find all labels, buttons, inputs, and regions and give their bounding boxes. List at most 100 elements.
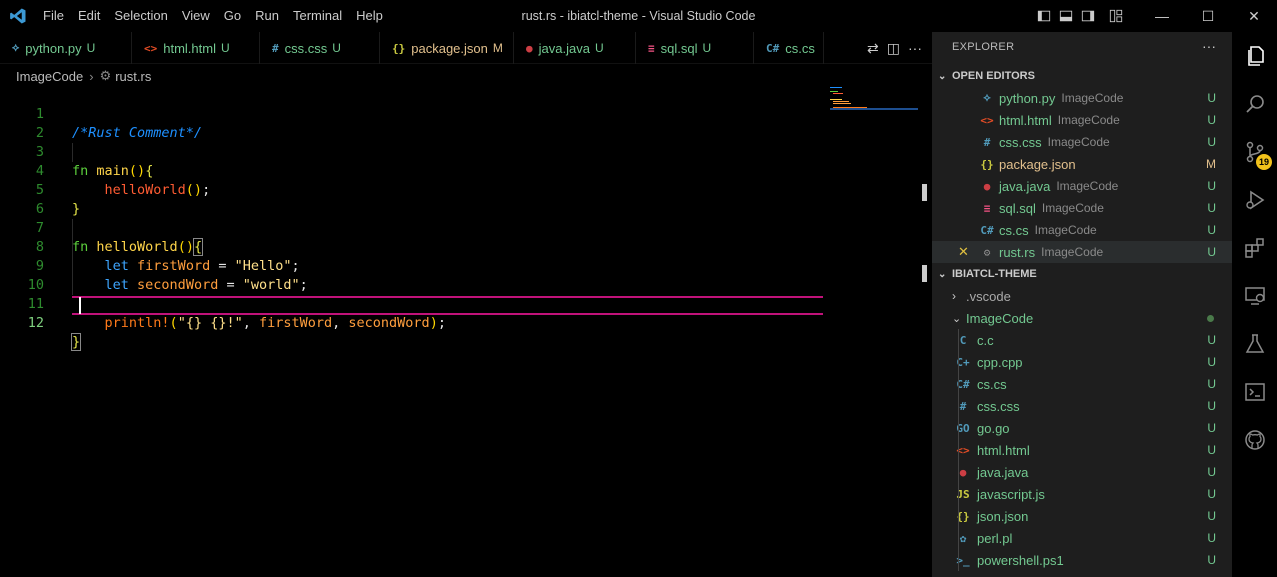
open-editor-item[interactable]: ⟡ python.py ImageCode U [932, 87, 1232, 109]
file-tree-item[interactable]: <> html.html U [932, 439, 1232, 461]
tab-html-html[interactable]: <> html.html U [132, 32, 260, 64]
search-icon[interactable] [1232, 80, 1277, 128]
open-editor-item[interactable]: ✕ ⚙ rust.rs ImageCode U [932, 241, 1232, 263]
tab-label: python.py [25, 40, 82, 56]
toggle-panel-icon[interactable] [1055, 0, 1077, 32]
menu-item-run[interactable]: Run [248, 0, 286, 32]
tab-package-json[interactable]: {} package.json M [380, 32, 514, 64]
minimize-button[interactable]: — [1139, 0, 1185, 32]
file-name: css.css [999, 134, 1042, 150]
file-tree-item[interactable]: C# cs.cs U [932, 373, 1232, 395]
menu-item-view[interactable]: View [175, 0, 217, 32]
scrollbar-thumb[interactable] [922, 184, 927, 201]
toggle-sidebar-icon[interactable] [1033, 0, 1055, 32]
code-line: 3 fn main(){ [0, 124, 932, 179]
open-editor-item[interactable]: C# cs.cs ImageCode U [932, 219, 1232, 241]
tree-indent-guide [958, 351, 959, 373]
run-debug-icon[interactable] [1232, 176, 1277, 224]
menu-item-edit[interactable]: Edit [71, 0, 107, 32]
customize-layout-icon[interactable] [1105, 0, 1127, 32]
file-tree-item[interactable]: JS javascript.js U [932, 483, 1232, 505]
file-tree-item[interactable]: ✿ perl.pl U [932, 527, 1232, 549]
tree-indent-guide [958, 329, 959, 351]
current-line-highlight [72, 313, 823, 315]
code-line: 11 println!("{} {}!", firstWord, secondW… [0, 276, 932, 331]
github-icon[interactable] [1232, 416, 1277, 464]
window-controls: — ☐ ✕ [1033, 0, 1277, 32]
breadcrumb-file[interactable]: rust.rs [115, 69, 151, 84]
file-type-icon: JS [956, 487, 970, 501]
file-folder-desc: ImageCode [1034, 223, 1097, 237]
tab-sql-sql[interactable]: ≡ sql.sql U [636, 32, 754, 64]
bracket-match: } [70, 333, 82, 351]
minimap[interactable] [830, 86, 920, 116]
folder-vscode[interactable]: › .vscode [932, 285, 1232, 307]
more-actions-icon[interactable]: ··· [908, 40, 922, 56]
maximize-button[interactable]: ☐ [1185, 0, 1231, 32]
file-tree-item[interactable]: ● java.java U [932, 461, 1232, 483]
split-editor-icon[interactable]: ◫ [887, 40, 900, 57]
open-editor-item[interactable]: ● java.java ImageCode U [932, 175, 1232, 197]
file-folder-desc: ImageCode [1056, 179, 1119, 193]
toggle-secondary-sidebar-icon[interactable] [1077, 0, 1099, 32]
git-status-badge: U [1207, 509, 1216, 523]
file-tree-item[interactable]: Cc.c U [932, 329, 1232, 351]
file-name: cs.cs [999, 222, 1029, 238]
tab-java-java[interactable]: ● java.java U [514, 32, 636, 64]
scrollbar-marker [922, 265, 927, 282]
rust-file-icon: ⚙ [99, 68, 112, 83]
open-editor-item[interactable]: <> html.html ImageCode U [932, 109, 1232, 131]
tab-python-py[interactable]: ⟡ python.py U [0, 32, 132, 64]
menu-item-help[interactable]: Help [349, 0, 390, 32]
more-actions-icon[interactable]: ··· [1202, 38, 1216, 54]
tab-label: html.html [163, 40, 216, 56]
code-line: 10 [0, 257, 932, 293]
close-window-button[interactable]: ✕ [1231, 0, 1277, 32]
compare-changes-icon[interactable]: ⇄ [867, 40, 879, 57]
file-type-icon: C# [980, 223, 994, 237]
menu-item-terminal[interactable]: Terminal [286, 0, 349, 32]
punctuation: ( [169, 315, 178, 331]
tree-indent-guide [958, 417, 959, 439]
terminal-icon[interactable] [1232, 368, 1277, 416]
breadcrumb: ImageCode › ⚙ rust.rs [0, 66, 932, 86]
editor-tab-bar: ⟡ python.py U <> html.html U # css.css U {} packag… [0, 32, 932, 64]
section-title: OPEN EDITORS [952, 70, 1035, 82]
file-tree-item[interactable]: {} json.json U [932, 505, 1232, 527]
file-type-icon: <> [956, 443, 970, 457]
file-tree-item[interactable]: C+ cpp.cpp U [932, 351, 1232, 373]
folder-imagecode[interactable]: ⌄ ImageCode [932, 307, 1232, 329]
remote-explorer-icon[interactable] [1232, 272, 1277, 320]
file-type-icon: C# [956, 377, 970, 391]
code-editor[interactable]: 1 /*Rust Comment*/ 2 3 fn main(){ 4 hell… [0, 86, 932, 577]
git-status-badge: U [1207, 377, 1216, 391]
minimap-line [833, 93, 843, 94]
open-editor-item[interactable]: {} package.json M [932, 153, 1232, 175]
tab-cs-cs[interactable]: C# cs.cs [754, 32, 824, 64]
file-type-icon: # [272, 41, 279, 55]
git-status-badge: U [1207, 443, 1216, 457]
open-editors-header[interactable]: ⌄ OPEN EDITORS [932, 65, 1232, 87]
source-control-icon[interactable]: 19 [1232, 128, 1277, 176]
file-tree-item[interactable]: # css.css U [932, 395, 1232, 417]
file-type-icon: ⟡ [12, 41, 20, 54]
tab-css-css[interactable]: # css.css U [260, 32, 380, 64]
testing-icon[interactable] [1232, 320, 1277, 368]
close-icon[interactable]: ✕ [958, 244, 969, 260]
chevron-down-icon: ⌄ [938, 268, 947, 280]
git-status-badge: U [1207, 531, 1216, 545]
breadcrumb-folder[interactable]: ImageCode [16, 69, 83, 84]
explorer-icon[interactable] [1232, 32, 1277, 80]
file-folder-desc: ImageCode [1047, 135, 1110, 149]
tree-indent-guide [958, 505, 959, 527]
open-editor-item[interactable]: # css.css ImageCode U [932, 131, 1232, 153]
open-editor-item[interactable]: ≡ sql.sql ImageCode U [932, 197, 1232, 219]
file-tree-item[interactable]: GO go.go U [932, 417, 1232, 439]
file-tree-item[interactable]: >_ powershell.ps1 U [932, 549, 1232, 571]
menu-item-file[interactable]: File [36, 0, 71, 32]
tree-indent-guide [958, 527, 959, 549]
menu-item-selection[interactable]: Selection [107, 0, 174, 32]
extensions-icon[interactable] [1232, 224, 1277, 272]
menu-item-go[interactable]: Go [217, 0, 248, 32]
project-header[interactable]: ⌄ IBIATCL-THEME [932, 263, 1232, 285]
